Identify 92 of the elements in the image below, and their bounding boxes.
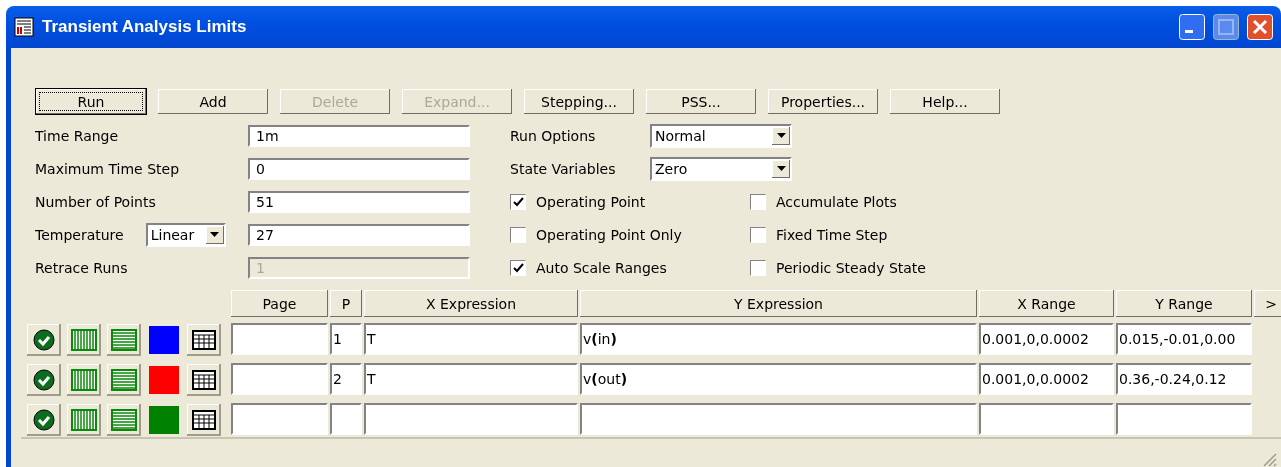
checkbox-label: Operating Point xyxy=(536,193,646,210)
resize-grip-icon[interactable] xyxy=(1261,451,1277,467)
enable-toggle[interactable] xyxy=(27,364,61,396)
toolbar-button[interactable]: Stepping... xyxy=(523,88,635,115)
vertical-grid-icon xyxy=(71,329,97,351)
y-range-cell[interactable] xyxy=(1116,403,1252,435)
x-grid-toggle[interactable] xyxy=(67,364,101,396)
plot-number-cell[interactable] xyxy=(330,403,362,435)
more-columns-button[interactable]: > xyxy=(1254,290,1281,317)
temperature-mode-dropdown[interactable]: Linear xyxy=(145,222,226,247)
table-button[interactable] xyxy=(187,404,221,436)
column-header[interactable]: Y Expression xyxy=(580,290,977,317)
caret-icon xyxy=(776,133,786,138)
table-icon xyxy=(192,410,216,430)
column-header[interactable]: Page xyxy=(231,290,328,317)
checkbox[interactable] xyxy=(510,259,526,276)
checkbox[interactable] xyxy=(510,226,526,243)
option-dropdown[interactable]: Zero xyxy=(650,156,792,181)
x-range-cell[interactable] xyxy=(979,403,1114,435)
color-swatch[interactable] xyxy=(147,364,181,396)
y-grid-toggle[interactable] xyxy=(107,324,141,356)
input-field[interactable]: 51 xyxy=(248,190,470,213)
checkbox[interactable] xyxy=(510,193,526,210)
y-expression-cell[interactable]: v(in) xyxy=(580,323,977,355)
table-icon xyxy=(192,370,216,390)
x-expression-cell[interactable] xyxy=(364,403,578,435)
enable-toggle[interactable] xyxy=(27,324,61,356)
input-field[interactable]: 0 xyxy=(248,157,470,180)
toolbar-button[interactable]: Run xyxy=(35,88,147,115)
checkbox-label: Accumulate Plots xyxy=(776,193,897,210)
caret-icon xyxy=(776,166,786,171)
checkbox[interactable] xyxy=(750,259,766,276)
field-label: Maximum Time Step xyxy=(35,160,180,177)
checkbox-label: Auto Scale Ranges xyxy=(536,259,667,276)
checkbox-label: Periodic Steady State xyxy=(776,259,926,276)
color-swatch[interactable] xyxy=(147,324,181,356)
option-label: State Variables xyxy=(510,160,617,177)
table-button[interactable] xyxy=(187,364,221,396)
y-grid-toggle[interactable] xyxy=(107,404,141,436)
x-grid-toggle[interactable] xyxy=(67,404,101,436)
table-icon xyxy=(192,330,216,350)
plot-number-cell[interactable]: 1 xyxy=(330,323,362,355)
check-circle-icon xyxy=(33,369,55,391)
plot-number-cell[interactable]: 2 xyxy=(330,363,362,395)
color-swatch[interactable] xyxy=(147,404,181,436)
page-cell[interactable] xyxy=(231,363,328,395)
toolbar-button[interactable]: PSS... xyxy=(645,88,757,115)
toolbar-button[interactable]: Help... xyxy=(889,88,1001,115)
field-label: Time Range xyxy=(35,127,119,144)
check-circle-icon xyxy=(33,409,55,431)
y-grid-toggle[interactable] xyxy=(107,364,141,396)
checkbox-label: Operating Point Only xyxy=(536,226,682,243)
x-grid-toggle[interactable] xyxy=(67,324,101,356)
horizontal-grid-icon xyxy=(111,329,137,351)
vertical-grid-icon xyxy=(71,409,97,431)
app-icon xyxy=(14,17,34,37)
y-expression-cell[interactable] xyxy=(580,403,977,435)
input-field[interactable]: 1m xyxy=(248,124,470,147)
window-title: Transient Analysis Limits xyxy=(42,17,248,37)
field-label: Retrace Runs xyxy=(35,259,128,276)
toolbar-button[interactable]: Properties... xyxy=(767,88,879,115)
y-range-cell[interactable]: 0.015,-0.01,0.00 xyxy=(1116,323,1252,355)
input-field[interactable]: 27 xyxy=(248,223,470,246)
checkbox[interactable] xyxy=(750,226,766,243)
field-label: Temperature xyxy=(35,226,124,243)
column-header[interactable]: X Expression xyxy=(364,290,578,317)
x-range-cell[interactable]: 0.001,0,0.0002 xyxy=(979,363,1114,395)
caret-icon xyxy=(210,232,220,237)
toolbar-button[interactable]: Add xyxy=(157,88,269,115)
page-cell[interactable] xyxy=(231,323,328,355)
x-expression-cell[interactable]: T xyxy=(364,363,578,395)
minimize-button[interactable] xyxy=(1179,14,1205,40)
x-range-cell[interactable]: 0.001,0,0.0002 xyxy=(979,323,1114,355)
horizontal-grid-icon xyxy=(111,409,137,431)
y-range-cell[interactable]: 0.36,-0.24,0.12 xyxy=(1116,363,1252,395)
column-header[interactable]: Y Range xyxy=(1116,290,1252,317)
check-circle-icon xyxy=(33,329,55,351)
y-expression-cell[interactable]: v(out) xyxy=(580,363,977,395)
horizontal-grid-icon xyxy=(111,369,137,391)
column-header[interactable]: X Range xyxy=(979,290,1114,317)
checkbox[interactable] xyxy=(750,193,766,210)
enable-toggle[interactable] xyxy=(27,404,61,436)
field-label: Number of Points xyxy=(35,193,156,210)
close-button[interactable] xyxy=(1247,14,1273,40)
option-dropdown[interactable]: Normal xyxy=(650,123,792,148)
column-header[interactable]: P xyxy=(330,290,362,317)
option-label: Run Options xyxy=(510,127,597,144)
table-button[interactable] xyxy=(187,324,221,356)
checkbox-label: Fixed Time Step xyxy=(776,226,888,243)
x-expression-cell[interactable]: T xyxy=(364,323,578,355)
vertical-grid-icon xyxy=(71,369,97,391)
page-cell[interactable] xyxy=(231,403,328,435)
